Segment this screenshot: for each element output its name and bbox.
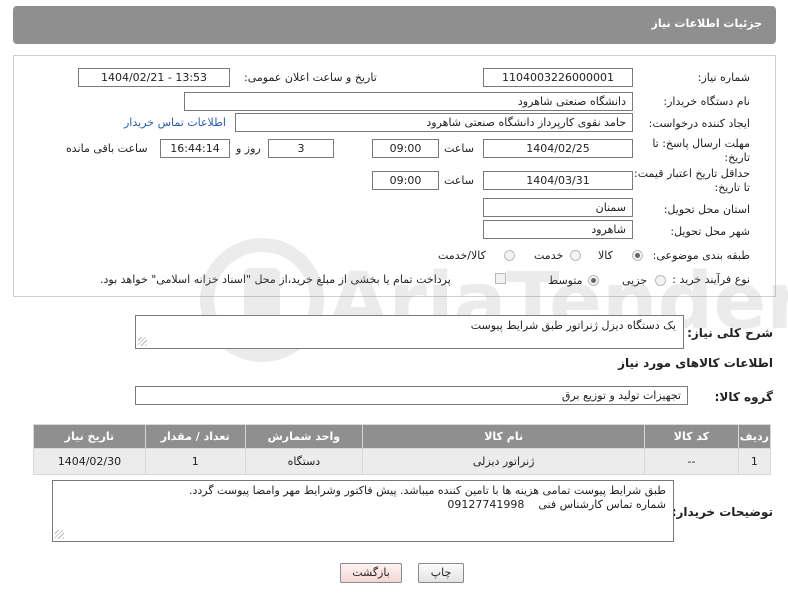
remaining-time-label: ساعت باقی مانده bbox=[66, 142, 148, 155]
goods-group-label: گروه کالا: bbox=[714, 390, 773, 404]
process-label: نوع فرآیند خرید : bbox=[672, 273, 750, 286]
process-medium-radio[interactable] bbox=[588, 275, 599, 286]
treasury-payment-checkbox[interactable] bbox=[495, 273, 506, 284]
deadline-time-label: ساعت bbox=[444, 142, 474, 155]
deadline-time-field[interactable]: 09:00 bbox=[372, 139, 439, 158]
col-header-row-number: ردیف bbox=[737, 424, 772, 449]
deadline-label: مهلت ارسال پاسخ: تا bbox=[652, 137, 750, 150]
buyer-contact-link[interactable]: اطلاعات تماس خریدار bbox=[124, 116, 226, 129]
announce-date-label: تاریخ و ساعت اعلان عمومی: bbox=[244, 71, 377, 84]
col-header-quantity: تعداد / مقدار bbox=[144, 424, 246, 449]
description-textarea[interactable]: یک دستگاه دیزل ژنراتور طبق شرایط پیوست bbox=[135, 315, 684, 349]
category-goods-service-label: کالا/خدمت bbox=[438, 249, 486, 262]
cell-unit: دستگاه bbox=[244, 448, 364, 475]
creator-field[interactable]: حامد نقوی کارپرداز دانشگاه صنعتی شاهرود bbox=[235, 113, 633, 132]
buyer-notes-line-2: شماره تماس کارشناس فنی 09127741998 bbox=[447, 498, 666, 511]
col-header-item-name: نام کالا bbox=[362, 424, 646, 449]
validity-date-field[interactable]: 1404/03/31 bbox=[483, 171, 633, 190]
goods-section-title: اطلاعات کالاهای مورد نیاز bbox=[618, 356, 773, 370]
city-field[interactable]: شاهرود bbox=[483, 220, 633, 239]
buyer-notes-textarea[interactable]: طبق شرایط پیوست تمامی هزینه ها با تامین … bbox=[52, 480, 674, 542]
buyer-notes-label: توضیحات خریدار: bbox=[671, 505, 773, 519]
cell-need-date: 1404/02/30 bbox=[33, 448, 146, 475]
col-header-need-date: تاریخ نیاز bbox=[33, 424, 146, 449]
goods-group-field[interactable]: تجهیزات تولید و توزیع برق bbox=[135, 386, 688, 405]
need-number-field[interactable]: 1104003226000001 bbox=[483, 68, 633, 87]
print-button[interactable]: چاپ bbox=[418, 563, 464, 583]
need-number-label: شماره نیاز: bbox=[697, 71, 750, 84]
treasury-payment-note: پرداخت تمام یا بخشی از مبلغ خرید،از محل … bbox=[100, 273, 451, 286]
validity-time-field[interactable]: 09:00 bbox=[372, 171, 439, 190]
announce-date-field[interactable]: 1404/02/21 - 13:53 bbox=[78, 68, 230, 87]
province-label: استان محل تحویل: bbox=[663, 203, 750, 216]
category-goods-label: کالا bbox=[598, 249, 613, 262]
buyer-org-label: نام دستگاه خریدار: bbox=[663, 95, 750, 108]
page-title: جزئیات اطلاعات نیاز bbox=[651, 17, 763, 30]
province-field[interactable]: سمنان bbox=[483, 198, 633, 217]
description-text: یک دستگاه دیزل ژنراتور طبق شرایط پیوست bbox=[470, 319, 676, 332]
goods-table-header-row: ردیف کد کالا نام کالا واحد شمارش تعداد /… bbox=[33, 424, 772, 449]
process-minor-label: جزیی bbox=[622, 274, 648, 287]
col-header-unit: واحد شمارش bbox=[244, 424, 364, 449]
cell-row-number: 1 bbox=[737, 448, 772, 475]
process-minor-radio[interactable] bbox=[655, 275, 666, 286]
validity-time-label: ساعت bbox=[444, 174, 474, 187]
buyer-notes-line-1: طبق شرایط پیوست تمامی هزینه ها با تامین … bbox=[188, 484, 666, 497]
cell-item-name: ژنراتور دیزلی bbox=[362, 448, 646, 475]
validity-label-date: تا تاریخ: bbox=[714, 181, 750, 194]
remaining-time-field[interactable]: 16:44:14 bbox=[160, 139, 230, 158]
days-label: روز و bbox=[236, 142, 261, 155]
col-header-item-code: کد کالا bbox=[644, 424, 739, 449]
deadline-date-field[interactable]: 1404/02/25 bbox=[483, 139, 633, 158]
city-label: شهر محل تحویل: bbox=[670, 225, 750, 238]
resize-grip-icon[interactable] bbox=[55, 530, 64, 539]
category-service-label: خدمت bbox=[534, 249, 564, 262]
back-button[interactable]: بازگشت bbox=[340, 563, 402, 583]
table-row[interactable]: 1 -- ژنراتور دیزلی دستگاه 1 1404/02/30 bbox=[33, 448, 772, 475]
page-header: جزئیات اطلاعات نیاز bbox=[13, 6, 776, 44]
category-goods-service-radio[interactable] bbox=[504, 250, 515, 261]
description-label: شرح کلی نیاز: bbox=[687, 326, 773, 340]
goods-table: ردیف کد کالا نام کالا واحد شمارش تعداد /… bbox=[33, 424, 772, 475]
cell-item-code: -- bbox=[644, 448, 739, 475]
cell-quantity: 1 bbox=[144, 448, 246, 475]
category-goods-radio[interactable] bbox=[632, 250, 643, 261]
days-field[interactable]: 3 bbox=[268, 139, 334, 158]
process-medium-label: متوسط bbox=[548, 274, 583, 287]
validity-label: حداقل تاریخ اعتبار قیمت: bbox=[634, 167, 750, 180]
category-service-radio[interactable] bbox=[570, 250, 581, 261]
deadline-label-date: تاریخ: bbox=[724, 151, 750, 164]
buyer-org-field[interactable]: دانشگاه صنعتی شاهرود bbox=[184, 92, 633, 111]
resize-grip-icon[interactable] bbox=[138, 337, 147, 346]
creator-label: ایجاد کننده درخواست: bbox=[648, 117, 750, 130]
category-label: طبقه بندی موضوعی: bbox=[652, 249, 750, 262]
